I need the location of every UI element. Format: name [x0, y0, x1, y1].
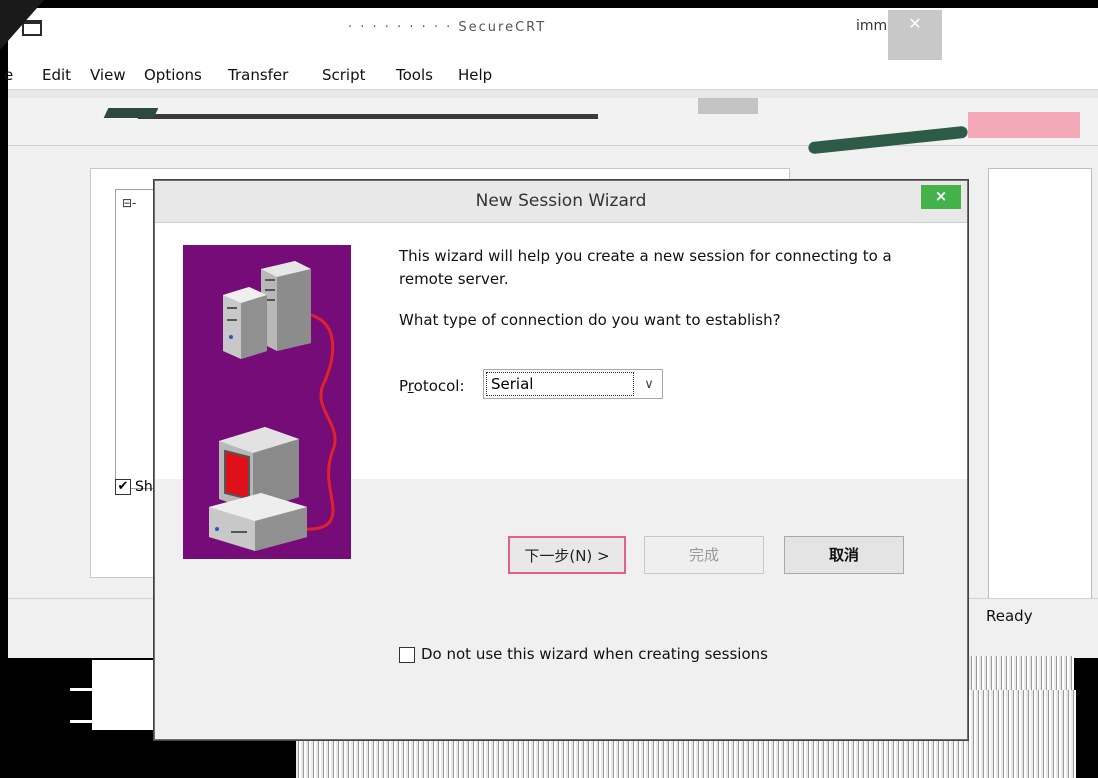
- wizard-titlebar: New Session Wizard ×: [155, 181, 967, 223]
- toolbar-separator: [8, 90, 1098, 98]
- new-session-wizard-dialog: New Session Wizard × This wizard will he…: [154, 180, 968, 740]
- server-computer-icon: [209, 261, 337, 551]
- wizard-illustration: [183, 245, 351, 559]
- menubar: e Edit View Options Transfer Script Tool…: [4, 60, 1098, 90]
- cancel-button[interactable]: 取消: [784, 536, 904, 574]
- no-wizard-checkbox[interactable]: [399, 647, 415, 663]
- menu-edit[interactable]: Edit: [42, 66, 71, 84]
- toolbar-button[interactable]: [698, 98, 758, 114]
- corner-artifact: [0, 0, 44, 50]
- app-close-button[interactable]: ✕: [888, 10, 942, 60]
- protocol-label: Protocol:: [399, 377, 465, 395]
- wizard-intro-text: This wizard will help you create a new s…: [399, 247, 892, 288]
- chevron-down-icon[interactable]: ∨: [638, 374, 660, 396]
- wizard-title: New Session Wizard: [475, 191, 647, 211]
- wizard-question-text: What type of connection do you want to e…: [399, 311, 781, 329]
- menu-tools[interactable]: Tools: [396, 66, 433, 84]
- protocol-selected-value[interactable]: Serial: [486, 372, 634, 396]
- protocol-select[interactable]: Serial ∨: [483, 369, 663, 399]
- connect-icon[interactable]: [103, 108, 159, 118]
- app-titlebar: · · · · · · · · · SecureCRT ⅰⅿⅿⅰ ✕: [8, 8, 1098, 60]
- wizard-close-button[interactable]: ×: [921, 185, 961, 209]
- toolbar-strip: [138, 114, 598, 119]
- status-ready: Ready: [986, 607, 1033, 625]
- render-artifact-line: [70, 688, 100, 691]
- tree-expander-icon[interactable]: ⊟-: [122, 196, 136, 210]
- app-title: · · · · · · · · · SecureCRT: [348, 20, 547, 35]
- menu-view[interactable]: View: [90, 66, 126, 84]
- menu-file[interactable]: e: [4, 66, 13, 84]
- toolbar-graphic: [807, 125, 969, 155]
- menu-options[interactable]: Options: [144, 66, 202, 84]
- finish-button[interactable]: 完成: [644, 536, 764, 574]
- next-button[interactable]: 下一步(N) >: [508, 536, 626, 574]
- right-artifact: [1060, 20, 1098, 80]
- no-wizard-label[interactable]: Do not use this wizard when creating ses…: [421, 645, 768, 663]
- terminal-pane[interactable]: [988, 168, 1092, 608]
- menu-help[interactable]: Help: [458, 66, 492, 84]
- minimize-button[interactable]: ⅰⅿⅿⅰ: [856, 18, 891, 38]
- protocol-label-suffix: otocol:: [413, 377, 465, 395]
- show-checkbox[interactable]: ✔: [115, 479, 131, 495]
- menu-transfer[interactable]: Transfer: [228, 66, 288, 84]
- render-artifact-line: [70, 720, 100, 723]
- toolbar: [8, 90, 1098, 155]
- menu-script[interactable]: Script: [322, 66, 366, 84]
- protocol-label-prefix: P: [399, 377, 408, 395]
- toolbar-highlight: [968, 112, 1080, 138]
